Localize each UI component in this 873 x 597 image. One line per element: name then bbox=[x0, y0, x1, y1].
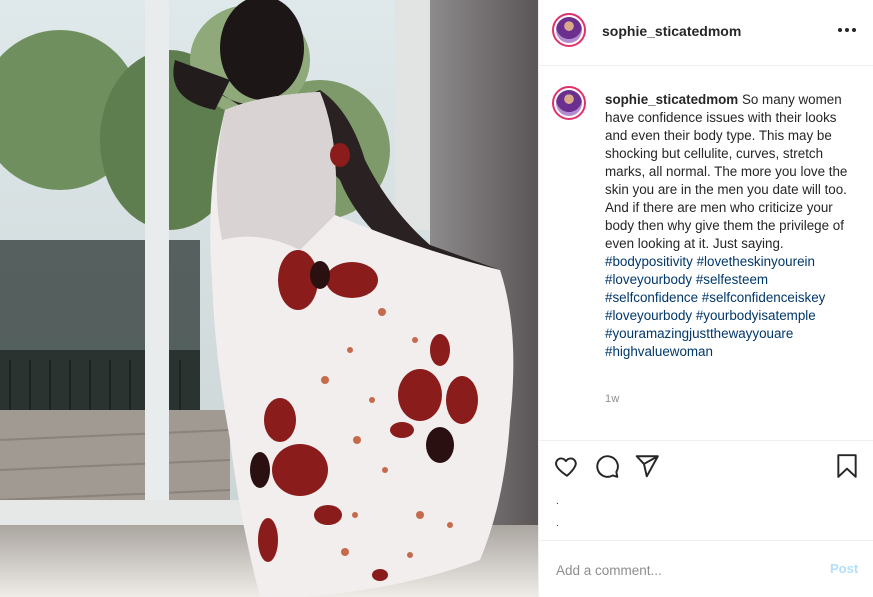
hashtag-list: #bodypositivity #lovetheskinyourein #lov… bbox=[605, 253, 855, 361]
post-comment-button[interactable]: Post bbox=[830, 561, 858, 576]
caption-username[interactable]: sophie_sticatedmom bbox=[605, 92, 738, 107]
action-bar: . . bbox=[539, 440, 873, 540]
hashtag-link[interactable]: #loveyourbody bbox=[605, 308, 692, 323]
caption-section: sophie_sticatedmom So many women have co… bbox=[539, 66, 873, 440]
hashtag-link[interactable]: #bodypositivity bbox=[605, 254, 693, 269]
comment-icon[interactable] bbox=[594, 453, 620, 479]
hashtag-link[interactable]: #selfconfidence bbox=[605, 290, 698, 305]
bookmark-icon[interactable] bbox=[834, 453, 860, 479]
share-icon[interactable] bbox=[634, 453, 660, 479]
comment-input[interactable] bbox=[554, 559, 808, 581]
likes-placeholder: . bbox=[556, 496, 559, 507]
hashtag-link[interactable]: #loveyourbody bbox=[605, 272, 692, 287]
post-caption: sophie_sticatedmom So many women have co… bbox=[605, 91, 855, 361]
comment-bar: Post bbox=[539, 540, 873, 597]
post-photo bbox=[0, 0, 538, 597]
post-image-illustration bbox=[0, 0, 538, 597]
post-header: sophie_sticatedmom bbox=[539, 0, 873, 66]
post-timestamp[interactable]: 1w bbox=[605, 393, 619, 405]
caption-text: So many women have confidence issues wit… bbox=[605, 92, 848, 251]
more-options-icon[interactable] bbox=[835, 18, 859, 42]
hashtag-link[interactable]: #highvaluewoman bbox=[605, 344, 713, 359]
hashtag-link[interactable]: #youramazingjustthewayyouare bbox=[605, 326, 793, 341]
hashtag-link[interactable]: #selfesteem bbox=[696, 272, 768, 287]
caption-avatar[interactable] bbox=[552, 86, 586, 120]
hashtag-link[interactable]: #yourbodyisatemple bbox=[696, 308, 816, 323]
header-username[interactable]: sophie_sticatedmom bbox=[602, 23, 741, 39]
date-placeholder: . bbox=[556, 518, 559, 529]
post-side-panel: sophie_sticatedmom sophie_sticatedmom So… bbox=[538, 0, 873, 597]
heart-icon[interactable] bbox=[554, 453, 580, 479]
avatar[interactable] bbox=[552, 13, 586, 47]
hashtag-link[interactable]: #selfconfidenceiskey bbox=[702, 290, 826, 305]
hashtag-link[interactable]: #lovetheskinyourein bbox=[697, 254, 815, 269]
